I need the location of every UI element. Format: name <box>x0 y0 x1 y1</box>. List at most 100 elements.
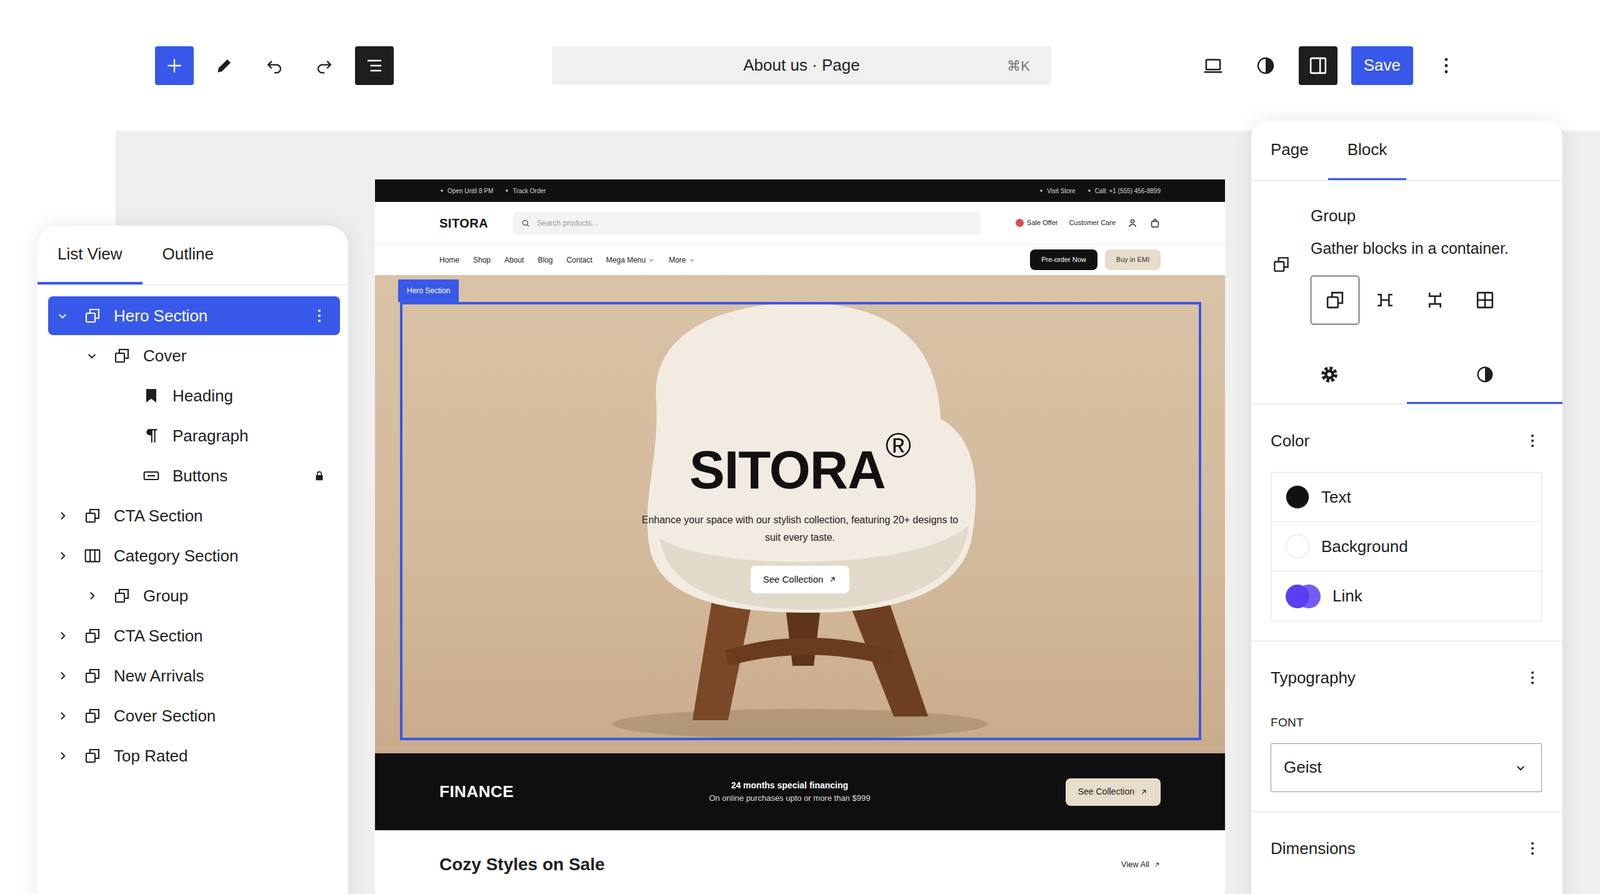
topbar-item[interactable]: Open Until 8 PM <box>439 186 494 196</box>
lock-slot <box>311 668 327 684</box>
group-block-icon <box>82 745 103 766</box>
nav-link[interactable]: Shop <box>473 254 491 266</box>
command-bar[interactable]: About us · Page⌘K <box>551 46 1052 85</box>
expand-toggle[interactable] <box>52 705 73 726</box>
view-all-link[interactable]: View All <box>1121 858 1161 871</box>
typography-options-button[interactable] <box>1523 668 1542 687</box>
nav-link[interactable]: Mega Menu <box>606 254 655 266</box>
tree-item-label: Cover Section <box>113 703 216 729</box>
tools-button[interactable] <box>205 46 244 85</box>
variation-button[interactable] <box>1360 275 1410 325</box>
nav-button[interactable]: Buy in EMI <box>1105 249 1161 270</box>
tree-item[interactable]: Paragraph <box>48 416 340 455</box>
tree-item[interactable]: Top Rated <box>48 736 340 775</box>
tree-item[interactable]: CTA Section <box>48 616 340 655</box>
settings-toggle-button[interactable] <box>1298 46 1338 85</box>
view-button[interactable] <box>1193 46 1233 85</box>
expander-slot <box>111 465 132 486</box>
search-input[interactable] <box>535 216 974 230</box>
nav-link[interactable]: More <box>668 254 695 266</box>
site-logo[interactable]: SITORA <box>439 213 489 233</box>
settings-tab[interactable] <box>1251 346 1407 404</box>
topbar-item[interactable]: Visit Store <box>1038 186 1075 196</box>
lock-slot <box>311 428 327 444</box>
variation-button[interactable] <box>1310 275 1360 325</box>
more-vertical-icon <box>1523 431 1542 450</box>
add-block-button[interactable] <box>155 46 194 85</box>
save-button[interactable]: Save <box>1351 46 1414 85</box>
tree-indent <box>52 475 112 477</box>
topbar-text: Open Until 8 PM <box>447 186 494 196</box>
tree-item-label: Hero Section <box>113 303 208 329</box>
variation-button[interactable] <box>1410 275 1460 325</box>
styles-tab[interactable] <box>1406 346 1563 404</box>
lock-slot <box>311 348 327 364</box>
nav-link[interactable]: Contact <box>566 254 592 266</box>
topbar-item[interactable]: Call: +1 (555) 456-8899 <box>1086 186 1161 196</box>
nav-link[interactable]: Home <box>439 254 460 266</box>
chevron-right-icon <box>54 747 71 764</box>
tree-item[interactable]: Buttons <box>48 456 340 495</box>
topbar-item[interactable]: Track Order <box>504 186 546 196</box>
style-book-button[interactable] <box>1246 46 1285 85</box>
caret-down-icon <box>647 256 655 264</box>
expand-toggle[interactable] <box>52 745 73 766</box>
nav-link[interactable]: Blog <box>537 254 553 266</box>
header-link[interactable]: Customer Care <box>1068 217 1116 229</box>
expand-toggle[interactable] <box>52 305 73 326</box>
color-label: Text <box>1321 485 1352 510</box>
panel-tab[interactable]: List View <box>37 225 143 285</box>
color-item[interactable]: Background <box>1271 521 1542 572</box>
color-swatch <box>1285 584 1321 609</box>
undo-button[interactable] <box>255 46 294 85</box>
expand-toggle[interactable] <box>52 505 73 526</box>
chevron-right-icon <box>54 627 71 644</box>
hero-button[interactable]: See Collection <box>750 565 850 594</box>
arrow-up-right-icon <box>1153 860 1161 869</box>
sidebar-tab[interactable]: Block <box>1328 120 1407 180</box>
expand-toggle[interactable] <box>52 545 73 566</box>
tree-item[interactable]: Group <box>48 576 340 615</box>
tree-item[interactable]: Cover Section <box>48 696 340 735</box>
shortcut-hint: ⌘K <box>1006 55 1030 76</box>
expand-toggle[interactable] <box>81 345 102 366</box>
color-item[interactable]: Text <box>1271 472 1542 522</box>
expand-toggle[interactable] <box>52 665 73 686</box>
font-select[interactable]: Geist <box>1270 743 1542 792</box>
options-button[interactable] <box>1426 46 1466 85</box>
tree-item[interactable]: Heading <box>48 376 340 415</box>
sidebar-tab[interactable]: Page <box>1251 120 1329 180</box>
tree-item-label: Group <box>143 583 189 609</box>
dimensions-options-button[interactable] <box>1523 838 1542 858</box>
tree-indent <box>52 355 82 357</box>
tree-item[interactable]: Cover <box>48 336 340 375</box>
item-options-button[interactable] <box>311 305 327 326</box>
chevron-right-icon <box>54 707 71 724</box>
header-link[interactable]: Sale Offer <box>1015 217 1058 229</box>
expand-toggle[interactable] <box>52 625 73 646</box>
block-card-body: GroupGather blocks in a container. <box>1310 204 1510 325</box>
tree-item[interactable]: CTA Section <box>48 496 340 535</box>
panel-tab[interactable]: Outline <box>142 225 234 285</box>
topbar-text: Track Order <box>512 186 546 196</box>
hero-paragraph[interactable]: Enhance your space with our stylish coll… <box>634 511 966 547</box>
document-overview-button[interactable] <box>355 46 394 85</box>
nav-link[interactable]: About <box>504 254 524 266</box>
redo-button[interactable] <box>305 46 344 85</box>
variation-button[interactable] <box>1460 275 1510 325</box>
tree-item[interactable]: Category Section <box>48 536 340 575</box>
tree-item[interactable]: Hero Section <box>48 296 340 335</box>
group-block-icon <box>111 585 132 606</box>
finance-button[interactable]: See Collection <box>1065 778 1161 806</box>
more-vertical-icon <box>310 306 329 325</box>
hero-heading[interactable]: SITORA® <box>689 443 911 497</box>
color-options-button[interactable] <box>1523 431 1542 450</box>
nav-button[interactable]: Pre-order Now <box>1030 249 1098 270</box>
finance-banner: FINANCE24 months special financingOn onl… <box>375 753 1225 830</box>
hero-section[interactable]: Hero Section SITORA® Enhance your space wi… <box>375 275 1225 754</box>
sale-title: Cozy Styles on Sale <box>439 851 605 878</box>
tree-item[interactable]: New Arrivals <box>48 656 340 695</box>
expand-toggle[interactable] <box>81 585 102 606</box>
block-label[interactable]: Hero Section <box>398 279 459 302</box>
color-item[interactable]: Link <box>1271 571 1542 621</box>
